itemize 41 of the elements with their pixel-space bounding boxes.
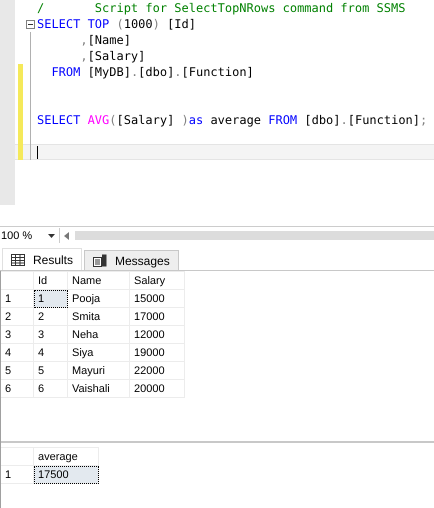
document-icon: [93, 254, 108, 267]
table-cell[interactable]: Mayuri: [68, 362, 130, 380]
code-line: / Script for SelectTopNRows command from SSMS: [37, 1, 406, 15]
table-cell[interactable]: 6: [34, 380, 68, 398]
table-cell[interactable]: Neha: [68, 326, 130, 344]
code-line: ,[Salary]: [79, 49, 146, 63]
row-number: 2: [1, 308, 34, 326]
code-line: ,[Name]: [79, 33, 131, 47]
code-line: SELECT AVG([Salary] )as average FROM [dbo].[Function];: [37, 113, 428, 127]
row-number: 3: [1, 326, 34, 344]
table-cell[interactable]: Vaishali: [68, 380, 130, 398]
tab[interactable]: Results: [2, 248, 82, 270]
table-cell[interactable]: 1: [34, 290, 68, 308]
table-cell[interactable]: 20000: [130, 380, 184, 398]
tab[interactable]: Messages: [84, 250, 179, 270]
column-header: Name: [68, 272, 130, 290]
table-cell[interactable]: Siya: [68, 344, 130, 362]
table-cell[interactable]: 17000: [130, 308, 184, 326]
zoom-dropdown[interactable]: 100 %: [0, 228, 60, 243]
collapse-icon[interactable]: [26, 20, 34, 28]
table-cell[interactable]: 17500: [34, 466, 98, 484]
row-number: 6: [1, 380, 34, 398]
column-header: Salary: [130, 272, 184, 290]
horizontal-scrollbar[interactable]: [75, 231, 434, 240]
caret-icon: [48, 234, 55, 238]
table-cell[interactable]: 22000: [130, 362, 184, 380]
code-line: FROM [MyDB].[dbo].[Function]: [50, 65, 254, 79]
row-number: 4: [1, 344, 34, 362]
grid-icon: [11, 254, 25, 266]
table-cell[interactable]: 5: [34, 362, 68, 380]
table-cell[interactable]: 19000: [130, 344, 184, 362]
table-cell[interactable]: 12000: [130, 326, 184, 344]
table-cell[interactable]: 4: [34, 344, 68, 362]
table-cell[interactable]: 15000: [130, 290, 184, 308]
table-cell[interactable]: Pooja: [68, 290, 130, 308]
scroll-left-icon[interactable]: [64, 232, 69, 240]
table-cell[interactable]: 3: [34, 326, 68, 344]
table-cell[interactable]: 2: [34, 308, 68, 326]
code-line: SELECT TOP (1000) [Id]: [37, 17, 196, 31]
table-cell[interactable]: Smita: [68, 308, 130, 326]
row-number: 5: [1, 362, 34, 380]
